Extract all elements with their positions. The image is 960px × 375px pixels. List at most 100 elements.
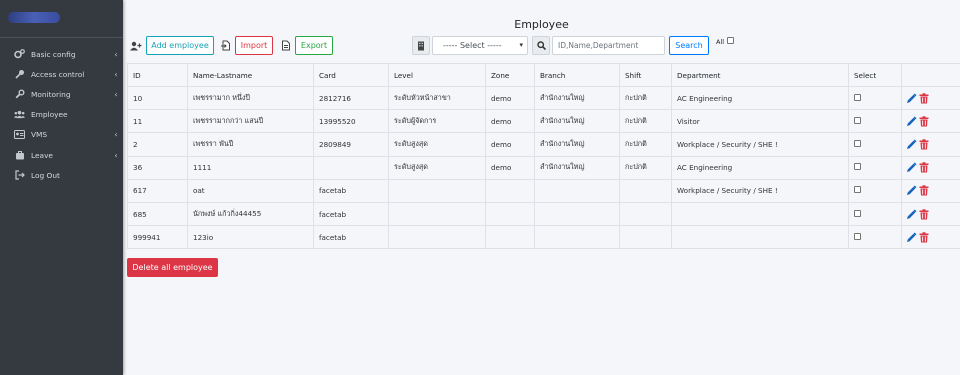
cell-select bbox=[848, 225, 902, 250]
cell-card: 2812716 bbox=[313, 85, 389, 111]
sidebar-item-logout[interactable]: Log Out bbox=[0, 165, 123, 185]
edit-pen-icon[interactable] bbox=[906, 93, 917, 104]
row-select-checkbox[interactable] bbox=[854, 163, 861, 171]
cell-zone: demo bbox=[485, 155, 535, 180]
select-value: ----- Select ----- bbox=[443, 41, 502, 50]
cell-zone: demo bbox=[485, 109, 535, 134]
cell-level: ระดับผู้จัดการ bbox=[388, 109, 486, 134]
table-row: 617 oat facetab Workplace / Security / SHE … bbox=[127, 178, 960, 203]
export-button[interactable]: Export bbox=[295, 36, 333, 55]
search-input[interactable]: ID,Name,Department bbox=[552, 36, 665, 55]
trash-icon[interactable] bbox=[919, 185, 930, 196]
cell-card: facetab bbox=[313, 225, 389, 250]
brand-logo[interactable] bbox=[0, 0, 123, 38]
import-button[interactable]: Import bbox=[235, 36, 273, 55]
sidebar-item-label: Employee bbox=[31, 110, 68, 120]
trash-icon[interactable] bbox=[919, 92, 930, 104]
row-select-checkbox[interactable] bbox=[854, 116, 861, 124]
cell-level bbox=[388, 225, 486, 250]
cell-shift bbox=[619, 225, 672, 250]
cell-branch: สำนักงานใหญ่ bbox=[534, 132, 620, 157]
cell-level bbox=[388, 178, 486, 203]
edit-pen-icon[interactable] bbox=[906, 162, 917, 173]
cell-branch: สำนักงานใหญ่ bbox=[534, 85, 620, 111]
logout-icon bbox=[14, 170, 25, 180]
cell-branch: สำนักงานใหญ่ bbox=[534, 155, 620, 180]
sidebar-item-vms[interactable]: VMS ‹ bbox=[0, 125, 123, 145]
users-icon bbox=[14, 110, 25, 120]
cell-shift: กะปกติ bbox=[619, 155, 672, 180]
cell-id: 36 bbox=[127, 155, 188, 180]
import-file-icon bbox=[217, 36, 235, 55]
edit-pen-icon[interactable] bbox=[906, 116, 917, 127]
sidebar-item-label: VMS bbox=[31, 130, 48, 140]
cogs-icon bbox=[14, 49, 25, 59]
table-row: 36 1111 ระดับสูงสุด demo สำนักงานใหญ่ กะปกติ A… bbox=[127, 155, 960, 180]
column-header-select: Select bbox=[848, 63, 902, 87]
chevron-left-icon: ‹ bbox=[114, 89, 118, 99]
trash-icon[interactable] bbox=[919, 208, 930, 220]
cell-id: 617 bbox=[127, 178, 188, 203]
edit-pen-icon[interactable] bbox=[906, 185, 917, 196]
cell-id: 685 bbox=[127, 201, 188, 227]
delete-all-button[interactable]: Delete all employee bbox=[127, 258, 218, 277]
cell-department: Visitor bbox=[671, 109, 849, 134]
cell-name: เพชรรามาก หนึ่งปี bbox=[187, 85, 314, 111]
sidebar-item-monitoring[interactable]: Monitoring ‹ bbox=[0, 84, 123, 104]
edit-pen-icon[interactable] bbox=[906, 209, 917, 220]
cell-actions bbox=[901, 85, 960, 111]
chevron-down-icon: ▾ bbox=[519, 41, 523, 49]
column-header-shift: Shift bbox=[619, 63, 672, 87]
select-all-checkbox[interactable] bbox=[727, 37, 734, 44]
chevron-left-icon: ‹ bbox=[114, 69, 118, 79]
row-select-checkbox[interactable] bbox=[854, 232, 861, 240]
export-file-icon bbox=[277, 36, 295, 55]
row-select-checkbox[interactable] bbox=[854, 139, 861, 147]
edit-pen-icon[interactable] bbox=[906, 232, 917, 243]
page-title: Employee bbox=[514, 18, 569, 31]
wrench-icon bbox=[14, 89, 25, 99]
trash-icon[interactable] bbox=[919, 162, 930, 173]
cell-department: AC Engineering bbox=[671, 155, 849, 180]
search-button[interactable]: Search bbox=[669, 36, 709, 55]
trash-icon[interactable] bbox=[919, 116, 930, 127]
cell-department: Workplace / Security / SHE ! bbox=[671, 178, 849, 203]
sidebar-item-access-control[interactable]: Access control ‹ bbox=[0, 64, 123, 84]
cell-shift: กะปกติ bbox=[619, 85, 672, 111]
cell-id: 10 bbox=[127, 85, 188, 111]
column-header-actions bbox=[901, 63, 960, 87]
cell-department: Workplace / Security / SHE ! bbox=[671, 132, 849, 157]
cell-card: 13995520 bbox=[313, 109, 389, 134]
branch-select[interactable]: ----- Select ----- ▾ bbox=[432, 36, 528, 55]
row-select-checkbox[interactable] bbox=[854, 186, 861, 194]
edit-pen-icon[interactable] bbox=[906, 139, 917, 150]
chevron-left-icon: ‹ bbox=[114, 150, 118, 160]
column-header-id: ID bbox=[127, 63, 188, 87]
cell-name: 123io bbox=[187, 225, 314, 250]
add-employee-button[interactable]: Add employee bbox=[146, 36, 214, 55]
cell-actions bbox=[901, 178, 960, 203]
column-header-name: Name-Lastname bbox=[187, 63, 314, 87]
sidebar-item-basic-config[interactable]: Basic config ‹ bbox=[0, 44, 123, 64]
main-content: Employee Add employee Import Export ----… bbox=[123, 0, 960, 375]
row-select-checkbox[interactable] bbox=[854, 209, 861, 217]
table-header-row: ID Name-Lastname Card Level Zone Branch … bbox=[127, 63, 960, 87]
cell-department bbox=[671, 201, 849, 227]
search-icon bbox=[532, 36, 550, 55]
column-header-department: Department bbox=[671, 63, 849, 87]
cell-actions bbox=[901, 225, 960, 250]
table-row: 999941 123io facetab bbox=[127, 225, 960, 250]
cell-id: 999941 bbox=[127, 225, 188, 250]
sidebar-item-leave[interactable]: Leave ‹ bbox=[0, 145, 123, 165]
cell-select bbox=[848, 85, 902, 111]
row-select-checkbox[interactable] bbox=[854, 93, 861, 101]
column-header-card: Card bbox=[313, 63, 389, 87]
table-row: 685 นักพงษ์ แก้วกิ่ง44455 facetab bbox=[127, 201, 960, 227]
cell-department bbox=[671, 225, 849, 250]
chevron-left-icon: ‹ bbox=[114, 49, 118, 59]
sidebar-item-label: Basic config bbox=[31, 49, 76, 59]
sidebar-item-employee[interactable]: Employee bbox=[0, 105, 123, 125]
trash-icon[interactable] bbox=[919, 139, 930, 150]
trash-icon[interactable] bbox=[919, 232, 930, 243]
cell-branch bbox=[534, 178, 620, 203]
